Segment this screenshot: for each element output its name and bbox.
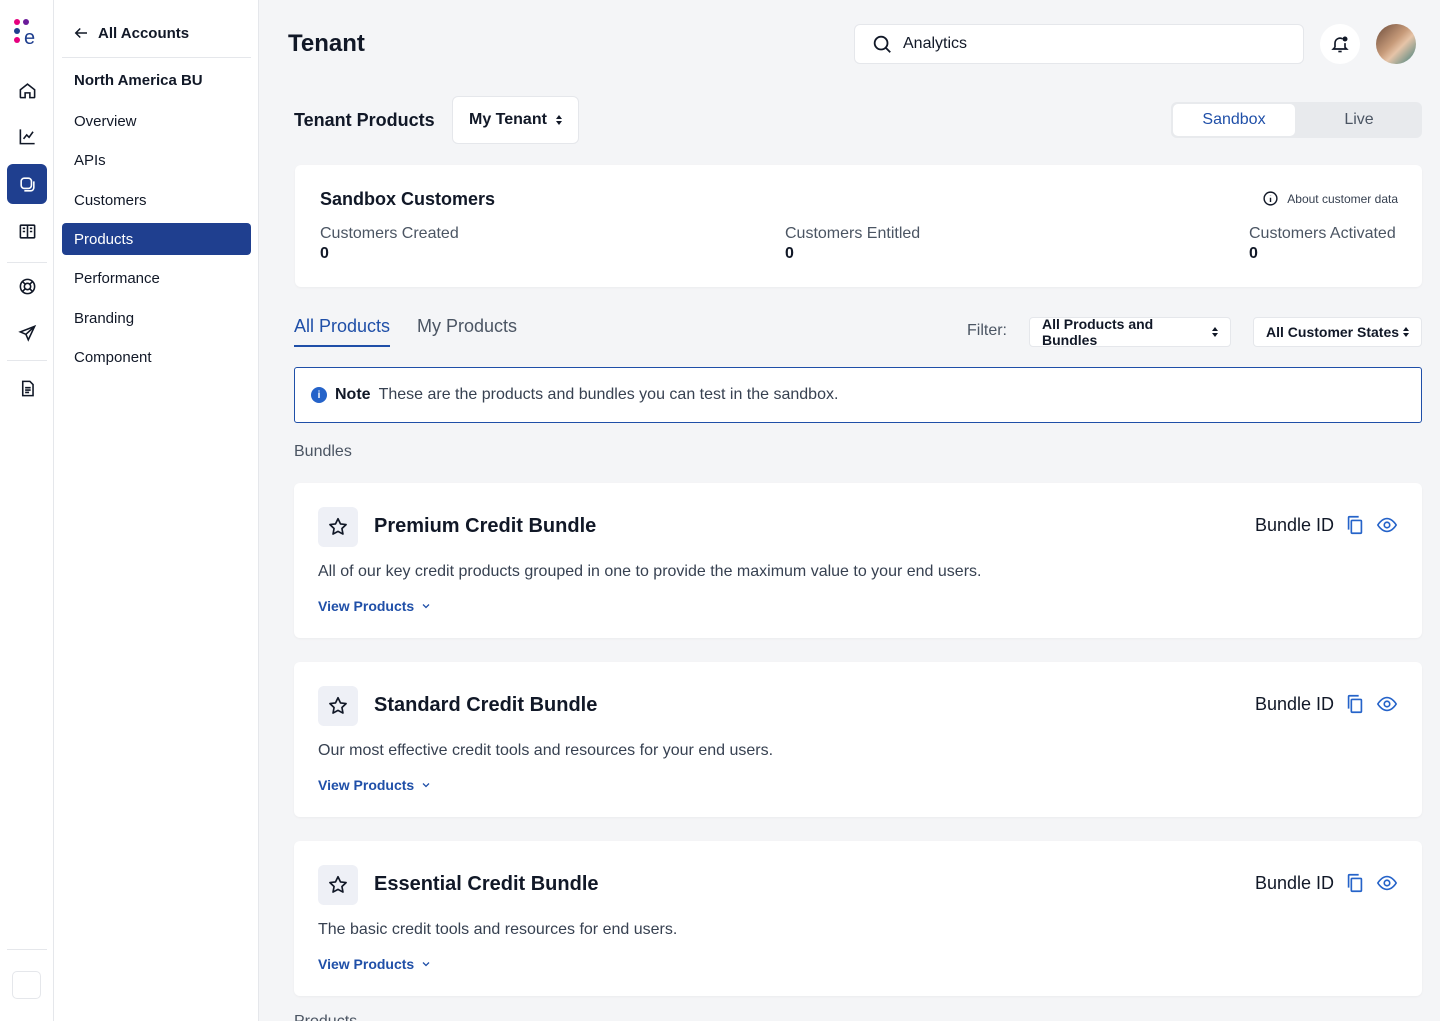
bundle-description: The basic credit tools and resources for…	[318, 921, 678, 938]
bell-icon	[1331, 36, 1349, 53]
tenant-select[interactable]: My Tenant	[452, 96, 579, 144]
page-title: Tenant	[288, 30, 365, 57]
send-icon[interactable]	[7, 313, 47, 353]
document-icon[interactable]	[7, 368, 47, 408]
products-icon[interactable]	[7, 164, 47, 204]
bundles-section-label: Bundles	[294, 443, 352, 460]
eye-icon[interactable]	[1376, 872, 1398, 894]
view-products-toggle[interactable]: View Products	[318, 598, 432, 614]
sidebar-item-performance[interactable]: Performance	[62, 262, 251, 294]
support-icon[interactable]	[7, 266, 47, 306]
env-option-sandbox[interactable]: Sandbox	[1173, 104, 1295, 136]
rail-divider	[7, 949, 47, 950]
note-text: These are the products and bundles you c…	[378, 386, 839, 403]
info-icon: i	[311, 387, 327, 403]
arrow-left-icon	[74, 27, 87, 39]
bundle-id: Bundle ID	[1255, 514, 1398, 536]
bundle-card-standard: Standard Credit Bundle Bundle ID Our mos…	[294, 662, 1422, 817]
rail-divider	[7, 360, 47, 361]
favorite-button[interactable]	[318, 507, 358, 547]
sidebar-item-customers[interactable]: Customers	[62, 184, 251, 216]
chevron-down-icon	[422, 604, 430, 609]
environment-toggle: Sandbox Live	[1171, 102, 1422, 138]
sort-arrows-icon	[1403, 327, 1409, 337]
sidebar-item-products[interactable]: Products	[62, 223, 251, 255]
account-name: North America BU	[74, 72, 203, 89]
user-avatar[interactable]	[1376, 24, 1416, 64]
sandbox-note: i Note These are the products and bundle…	[294, 367, 1422, 423]
tenant-products-label: Tenant Products	[294, 110, 435, 130]
star-icon	[329, 696, 347, 714]
sidebar-item-component[interactable]: Component	[62, 341, 251, 373]
bundle-id: Bundle ID	[1255, 872, 1398, 894]
all-accounts-link[interactable]: All Accounts	[72, 24, 189, 42]
account-sidebar: All Accounts North America BU Overview A…	[54, 0, 259, 1021]
bundle-description: All of our key credit products grouped i…	[318, 563, 982, 580]
chevron-down-icon	[422, 783, 430, 788]
copy-icon[interactable]	[1344, 514, 1366, 536]
chevron-down-icon	[422, 962, 430, 967]
tenant-select-value: My Tenant	[469, 111, 547, 128]
sidebar-item-overview[interactable]: Overview	[62, 105, 251, 137]
stat-customers-activated: Customers Activated 0	[1249, 225, 1396, 262]
about-customer-data-link[interactable]: About customer data	[1262, 190, 1398, 207]
favorite-button[interactable]	[318, 686, 358, 726]
bundle-card-essential: Essential Credit Bundle Bundle ID The ba…	[294, 841, 1422, 996]
bundle-name: Premium Credit Bundle	[374, 515, 597, 537]
book-icon[interactable]	[7, 211, 47, 251]
bundle-name: Essential Credit Bundle	[374, 873, 599, 895]
sort-arrows-icon	[1212, 327, 1218, 337]
star-icon	[329, 517, 347, 535]
home-icon[interactable]	[7, 70, 47, 110]
bundle-name: Standard Credit Bundle	[374, 694, 598, 716]
view-products-toggle[interactable]: View Products	[318, 956, 432, 972]
products-section-label: Products	[294, 1013, 357, 1021]
star-icon	[329, 875, 347, 893]
chart-icon[interactable]	[7, 116, 47, 156]
copy-icon[interactable]	[1344, 693, 1366, 715]
sidebar-item-apis[interactable]: APIs	[62, 144, 251, 176]
stat-customers-created: Customers Created 0	[320, 225, 459, 262]
eye-icon[interactable]	[1376, 514, 1398, 536]
bundle-description: Our most effective credit tools and reso…	[318, 742, 774, 759]
svg-text:e: e	[24, 27, 35, 49]
eye-icon[interactable]	[1376, 693, 1398, 715]
view-products-toggle[interactable]: View Products	[318, 777, 432, 793]
sandbox-customers-card: Sandbox Customers About customer data Cu…	[295, 165, 1422, 287]
customer-states-filter-select[interactable]: All Customer States	[1253, 317, 1422, 347]
sort-arrows-icon	[556, 115, 562, 125]
sidebar-item-branding[interactable]: Branding	[62, 302, 251, 334]
env-option-live[interactable]: Live	[1298, 104, 1420, 136]
favorite-button[interactable]	[318, 865, 358, 905]
bundle-card-premium: Premium Credit Bundle Bundle ID All of o…	[294, 483, 1422, 638]
note-title: Note	[335, 386, 371, 403]
search-input[interactable]	[903, 35, 1283, 53]
icon-rail: e	[0, 0, 54, 1021]
copy-icon[interactable]	[1344, 872, 1366, 894]
rail-divider	[7, 262, 47, 263]
info-icon	[1263, 191, 1278, 206]
sidebar-divider	[62, 57, 251, 58]
notifications-button[interactable]	[1320, 24, 1360, 64]
filter-label: Filter:	[967, 322, 1007, 339]
products-filter-select[interactable]: All Products and Bundles	[1029, 316, 1231, 348]
sandbox-customers-title: Sandbox Customers	[320, 189, 496, 209]
bundle-id: Bundle ID	[1255, 693, 1398, 715]
search-icon	[873, 35, 891, 53]
search-bar[interactable]	[854, 24, 1304, 64]
collapse-toggle[interactable]	[12, 971, 41, 999]
tab-all-products[interactable]: All Products	[294, 316, 391, 347]
logo-icon[interactable]: e	[12, 16, 42, 50]
tab-my-products[interactable]: My Products	[417, 316, 517, 345]
stat-customers-entitled: Customers Entitled 0	[785, 225, 921, 262]
